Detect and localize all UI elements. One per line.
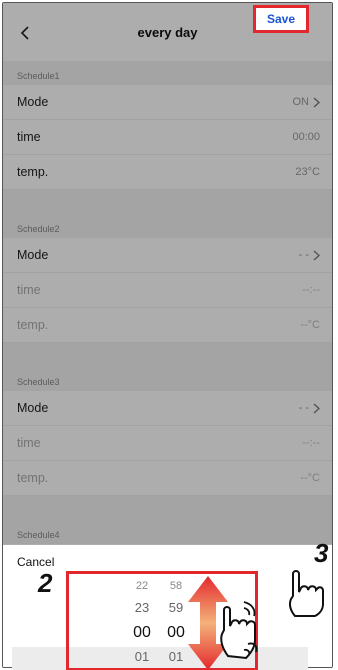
- section-label-schedule1: Schedule1: [3, 61, 332, 85]
- row-label: time: [17, 283, 41, 297]
- row-value-text: - -: [298, 402, 309, 414]
- row-value-text: --:--: [302, 284, 320, 296]
- schedule3-mode-row[interactable]: Mode - -: [3, 391, 332, 426]
- step-3-callout: 3: [314, 538, 329, 568]
- chevron-left-icon: [20, 26, 29, 40]
- schedule2-time-row[interactable]: time --:--: [3, 273, 332, 308]
- schedule-list: Schedule1 Mode ON time 00:00 temp. 23°C Schedul…: [3, 61, 332, 545]
- row-value-text: --°C: [300, 472, 320, 484]
- row-label: time: [17, 130, 41, 144]
- row-label: Mode: [17, 248, 49, 262]
- schedule3-time-row[interactable]: time --:--: [3, 426, 332, 461]
- back-button[interactable]: [13, 21, 37, 45]
- row-label: Mode: [17, 401, 49, 415]
- row-label: temp.: [17, 471, 49, 485]
- tap-hand-icon: [289, 570, 324, 617]
- row-value: 00:00: [292, 131, 320, 143]
- row-value-text: --°C: [300, 319, 320, 331]
- row-value: --:--: [302, 284, 320, 296]
- row-value: --°C: [300, 319, 320, 331]
- chevron-right-icon: [313, 97, 320, 107]
- schedule1-mode-row[interactable]: Mode ON: [3, 85, 332, 120]
- row-value: - -: [299, 249, 320, 261]
- schedule2-mode-row[interactable]: Mode - -: [3, 238, 332, 273]
- row-label: temp.: [17, 165, 49, 179]
- row-value: --:--: [302, 437, 320, 449]
- step-2-callout: 2: [38, 568, 53, 598]
- schedule1-time-row[interactable]: time 00:00: [3, 120, 332, 155]
- schedule1-temp-row[interactable]: temp. 23°C: [3, 155, 332, 190]
- row-value: ON: [293, 96, 321, 108]
- schedule2-temp-row[interactable]: temp. --°C: [3, 308, 332, 343]
- save-button[interactable]: Save: [253, 5, 309, 33]
- row-value-text: - -: [298, 249, 309, 261]
- hand-pointer-icon: [220, 601, 258, 660]
- row-value-text: 23°C: [295, 166, 320, 178]
- row-label: Mode: [17, 95, 49, 109]
- section-label-schedule2: Schedule2: [3, 214, 332, 238]
- chevron-right-icon: [313, 250, 320, 260]
- row-label: time: [17, 436, 41, 450]
- section-label-schedule4: Schedule4: [3, 520, 332, 544]
- schedule3-temp-row[interactable]: temp. --°C: [3, 461, 332, 496]
- row-value: --°C: [300, 472, 320, 484]
- section-label-schedule3: Schedule3: [3, 367, 332, 391]
- page-title: every day: [137, 24, 198, 40]
- row-value-text: ON: [292, 96, 310, 108]
- row-value: 23°C: [295, 166, 320, 178]
- cancel-button[interactable]: Cancel: [17, 555, 54, 569]
- chevron-right-icon: [313, 403, 320, 413]
- row-label: temp.: [17, 318, 49, 332]
- row-value-text: 00:00: [292, 131, 320, 143]
- row-value: - -: [299, 402, 320, 414]
- row-value-text: --:--: [302, 437, 320, 449]
